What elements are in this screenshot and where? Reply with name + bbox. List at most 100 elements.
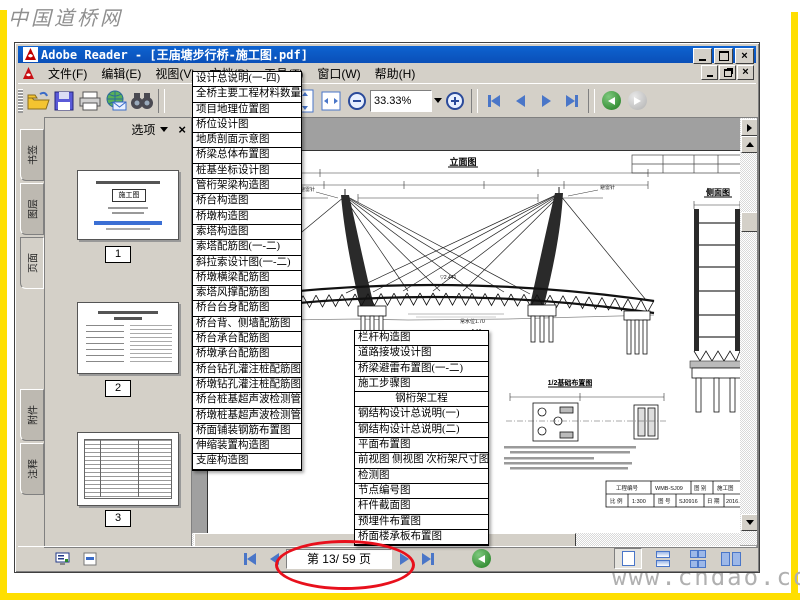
zoom-out-button[interactable] bbox=[344, 88, 370, 114]
menu-item-drawing-title[interactable]: 桥台构造图 bbox=[193, 194, 301, 210]
menu-item-drawing-title[interactable]: 桥位设计图 bbox=[193, 118, 301, 134]
zoom-level-input[interactable] bbox=[370, 89, 432, 112]
maximize-button[interactable] bbox=[714, 48, 733, 64]
menu-item-drawing-title[interactable]: 桩基坐标设计图 bbox=[193, 164, 301, 180]
printer-icon bbox=[79, 91, 101, 110]
splitter-button[interactable] bbox=[80, 550, 100, 568]
previous-view-button[interactable] bbox=[468, 546, 494, 572]
fit-width-button[interactable] bbox=[318, 88, 344, 114]
single-page-layout-button[interactable] bbox=[614, 548, 642, 569]
last-page-button[interactable] bbox=[559, 88, 585, 114]
save-button[interactable] bbox=[51, 88, 77, 114]
menu-item-drawing-title[interactable]: 桥面铺装钢筋布置图 bbox=[193, 424, 301, 440]
menu-item-drawing-title[interactable]: 索塔风撑配筋图 bbox=[193, 286, 301, 302]
menu-item-drawing-title[interactable]: 桥梁总体布置图 bbox=[193, 148, 301, 164]
sidebar-tab-attachments[interactable]: 附件 bbox=[20, 389, 44, 441]
menu-item-drawing-title[interactable]: 桥墩承台配筋图 bbox=[193, 347, 301, 363]
vertical-scrollbar[interactable] bbox=[740, 118, 757, 545]
print-button[interactable] bbox=[77, 88, 103, 114]
continuous-layout-button[interactable] bbox=[650, 549, 676, 568]
menu-item-drawing-title[interactable]: 桥台承台配筋图 bbox=[193, 332, 301, 348]
menu-item-drawing-title[interactable]: 前视图 侧视图 次桁架尺寸图 bbox=[355, 453, 488, 469]
options-menu-button[interactable]: 选项 bbox=[131, 121, 169, 138]
sidebar-tab-pages[interactable]: 页面 bbox=[20, 237, 44, 289]
menu-item-drawing-title[interactable]: 桥台台身配筋图 bbox=[193, 301, 301, 317]
menu-item-drawing-title[interactable]: 预埋件布置图 bbox=[355, 515, 488, 530]
page-thumbnail-2[interactable] bbox=[77, 302, 179, 374]
menu-item-drawing-title[interactable]: 桥墩钻孔灌注桩配筋图 bbox=[193, 378, 301, 394]
menu-item-drawing-title[interactable]: 全桥主要工程材料数量表 bbox=[193, 87, 301, 103]
menu-item-drawing-title[interactable]: 道路接坡设计图 bbox=[355, 346, 488, 362]
pages-thumbnail-panel: 选项 × 施工图 1 2 3 bbox=[44, 117, 193, 548]
last-page-button[interactable] bbox=[416, 546, 440, 572]
menu-item-drawing-title[interactable]: 斜拉索设计图(一-二) bbox=[193, 256, 301, 271]
svg-text:图 别: 图 别 bbox=[694, 484, 707, 492]
sidebar-tab-layers[interactable]: 图层 bbox=[20, 183, 44, 235]
menu-item-drawing-title[interactable]: 索塔配筋图(一-二) bbox=[193, 240, 301, 256]
zoom-in-button[interactable] bbox=[442, 88, 468, 114]
menu-item-drawing-title[interactable]: 栏杆构造图 bbox=[355, 331, 488, 347]
sidebar-tab-bookmarks[interactable]: 书签 bbox=[20, 129, 44, 181]
menu-item-drawing-title[interactable]: 桥台背、侧墙配筋图 bbox=[193, 317, 301, 333]
menu-item-drawing-title[interactable]: 钢桁架工程 bbox=[355, 392, 488, 408]
sidebar-tab-comments[interactable]: 注释 bbox=[20, 443, 44, 495]
options-caret-icon bbox=[160, 126, 169, 132]
menu-item-drawing-title[interactable]: 桥墩构造图 bbox=[193, 210, 301, 225]
menu-item-drawing-title[interactable]: 桥台桩基超声波检测管布置图 bbox=[193, 393, 301, 409]
menu-item-drawing-title[interactable]: 施工步骤图 bbox=[355, 377, 488, 393]
previous-view-button[interactable] bbox=[598, 88, 624, 114]
next-page-button[interactable] bbox=[533, 88, 559, 114]
menu-item-drawing-title[interactable]: 桥梁避雷布置图(一-二) bbox=[355, 362, 488, 377]
menu-item-drawing-title[interactable]: 平面布置图 bbox=[355, 438, 488, 454]
menu-item[interactable]: 窗口(W) bbox=[310, 66, 367, 82]
page-thumbnail-3[interactable] bbox=[77, 432, 179, 506]
page-number-label[interactable]: 2 bbox=[105, 380, 131, 397]
doc-restore-button[interactable] bbox=[719, 65, 736, 80]
email-button[interactable] bbox=[103, 88, 129, 114]
menu-item-drawing-title[interactable]: 桥台钻孔灌注桩配筋图 bbox=[193, 363, 301, 378]
first-page-button[interactable] bbox=[238, 546, 262, 572]
menu-item-drawing-title[interactable]: 支座构造图 bbox=[193, 454, 301, 470]
page-number-label[interactable]: 3 bbox=[105, 510, 131, 527]
page-number-label[interactable]: 1 bbox=[105, 246, 131, 263]
menu-item[interactable]: 帮助(H) bbox=[368, 66, 423, 82]
scroll-overflow-button[interactable] bbox=[741, 119, 757, 136]
menu-item-drawing-title[interactable]: 索塔构造图 bbox=[193, 225, 301, 241]
menu-item-drawing-title[interactable]: 杆件截面图 bbox=[355, 499, 488, 515]
first-page-button[interactable] bbox=[481, 88, 507, 114]
page-size-button[interactable] bbox=[52, 550, 72, 568]
svg-text:图 号: 图 号 bbox=[658, 497, 671, 505]
search-button[interactable] bbox=[129, 88, 155, 114]
menu-item-drawing-title[interactable]: 检测图 bbox=[355, 469, 488, 484]
menu-item-drawing-title[interactable]: 管桁架梁构造图 bbox=[193, 179, 301, 195]
zoom-level-caret-icon[interactable] bbox=[434, 98, 442, 103]
menu-item-drawing-title[interactable]: 地质剖面示意图 bbox=[193, 133, 301, 149]
menu-item[interactable]: 文件(F) bbox=[41, 66, 94, 82]
close-button[interactable]: × bbox=[735, 48, 754, 64]
menu-item-drawing-title[interactable]: 桥墩横梁配筋图 bbox=[193, 271, 301, 287]
doc-close-button[interactable]: × bbox=[737, 65, 754, 80]
title-bar[interactable]: Adobe Reader - [王庙塘步行桥-施工图.pdf] × bbox=[18, 46, 756, 64]
menu-item-drawing-title[interactable]: 设计总说明(一-四) bbox=[193, 72, 301, 88]
facing-layout-button[interactable] bbox=[684, 549, 710, 568]
menu-item-drawing-title[interactable]: 钢结构设计总说明(一) bbox=[355, 407, 488, 423]
menu-item-drawing-title[interactable]: 桥墩桩基超声波检测管布置图 bbox=[193, 409, 301, 424]
continuous-facing-layout-button[interactable] bbox=[718, 549, 744, 568]
menu-item-drawing-title[interactable]: 钢结构设计总说明(二) bbox=[355, 423, 488, 439]
scrollbar-thumb[interactable] bbox=[741, 212, 757, 232]
next-view-button[interactable] bbox=[624, 88, 650, 114]
menu-item-drawing-title[interactable]: 伸缩装置构造图 bbox=[193, 439, 301, 455]
page-thumbnail-1[interactable]: 施工图 bbox=[77, 170, 179, 240]
scroll-up-button[interactable] bbox=[741, 136, 757, 153]
menu-item-drawing-title[interactable]: 项目地理位置图 bbox=[193, 103, 301, 118]
panel-close-button[interactable]: × bbox=[178, 122, 186, 137]
previous-page-button[interactable] bbox=[507, 88, 533, 114]
toolbar-grip[interactable] bbox=[18, 88, 23, 113]
open-button[interactable] bbox=[25, 88, 51, 114]
scroll-down-button[interactable] bbox=[741, 514, 757, 531]
svg-text:侧面图: 侧面图 bbox=[706, 187, 730, 197]
doc-minimize-button[interactable] bbox=[701, 65, 718, 80]
menu-item[interactable]: 编辑(E) bbox=[94, 66, 148, 82]
minimize-button[interactable] bbox=[693, 48, 712, 64]
menu-item-drawing-title[interactable]: 节点编号图 bbox=[355, 484, 488, 500]
